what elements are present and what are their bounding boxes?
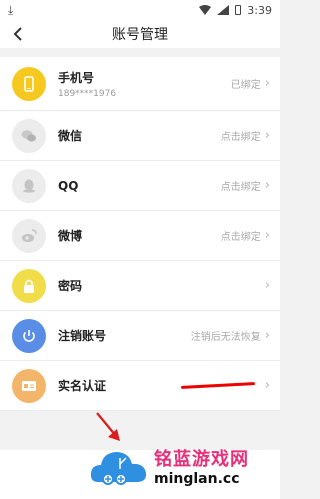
lock-icon [12, 268, 46, 303]
chevron-right-icon: › [264, 128, 270, 143]
id-card-icon [12, 368, 46, 403]
battery-icon [235, 5, 242, 15]
chevron-right-icon: › [264, 378, 270, 393]
chevron-right-icon: › [264, 328, 270, 343]
bind-status: 点击绑定 [220, 182, 261, 193]
weibo-icon [12, 218, 46, 253]
watermark-brand: 铭蓝游戏网 [154, 448, 249, 470]
cloud-logo-icon [90, 451, 147, 485]
signal-icon [217, 5, 230, 15]
wifi-icon [199, 5, 212, 15]
nav-bar: 账号管理 [0, 20, 280, 48]
row-label: 微博 [58, 229, 83, 243]
bind-status: 点击绑定 [220, 132, 261, 143]
row-label: 微信 [58, 129, 83, 143]
phone-icon [12, 66, 46, 101]
status-bar: ⤓ 3:39 [0, 0, 280, 20]
row-label: 手机号 [58, 70, 95, 85]
row-realname[interactable]: 实名认证 › [0, 361, 280, 411]
chevron-right-icon: › [264, 178, 270, 193]
back-button[interactable] [6, 22, 30, 46]
page-title: 账号管理 [112, 27, 168, 43]
watermark: 铭蓝游戏网 minglan.cc [88, 432, 280, 499]
chevron-right-icon: › [264, 278, 270, 293]
row-phone[interactable]: 手机号 189****1976 已绑定 › [0, 57, 280, 111]
watermark-sub: 游戏网 [192, 448, 249, 470]
power-icon [12, 318, 46, 353]
wechat-icon [12, 118, 46, 153]
row-label: QQ [58, 178, 79, 193]
row-label: 注销账号 [58, 329, 107, 343]
bind-status: 注销后无法恢复 [190, 332, 261, 343]
chevron-right-icon: › [264, 228, 270, 243]
row-label: 密码 [58, 279, 83, 293]
download-icon: ⤓ [8, 2, 14, 17]
row-password[interactable]: 密码 › [0, 261, 280, 311]
row-wechat[interactable]: 微信 点击绑定 › [0, 111, 280, 161]
watermark-url: minglan.cc [154, 470, 240, 487]
row-label: 实名认证 [58, 379, 107, 393]
phone-number: 189****1976 [58, 88, 117, 99]
redaction-mark [180, 382, 255, 389]
clock: 3:39 [247, 3, 272, 17]
row-weibo[interactable]: 微博 点击绑定 › [0, 211, 280, 261]
row-qq[interactable]: QQ 点击绑定 › [0, 161, 280, 211]
row-deregister[interactable]: 注销账号 注销后无法恢复 › [0, 311, 280, 361]
chevron-left-icon [13, 27, 22, 41]
bind-status: 点击绑定 [220, 232, 261, 243]
qq-icon [12, 168, 46, 203]
bind-status: 已绑定 [230, 80, 261, 91]
account-list: 手机号 189****1976 已绑定 › 微信 点击绑定 › QQ 点击绑定 … [0, 57, 280, 411]
chevron-right-icon: › [264, 76, 270, 91]
